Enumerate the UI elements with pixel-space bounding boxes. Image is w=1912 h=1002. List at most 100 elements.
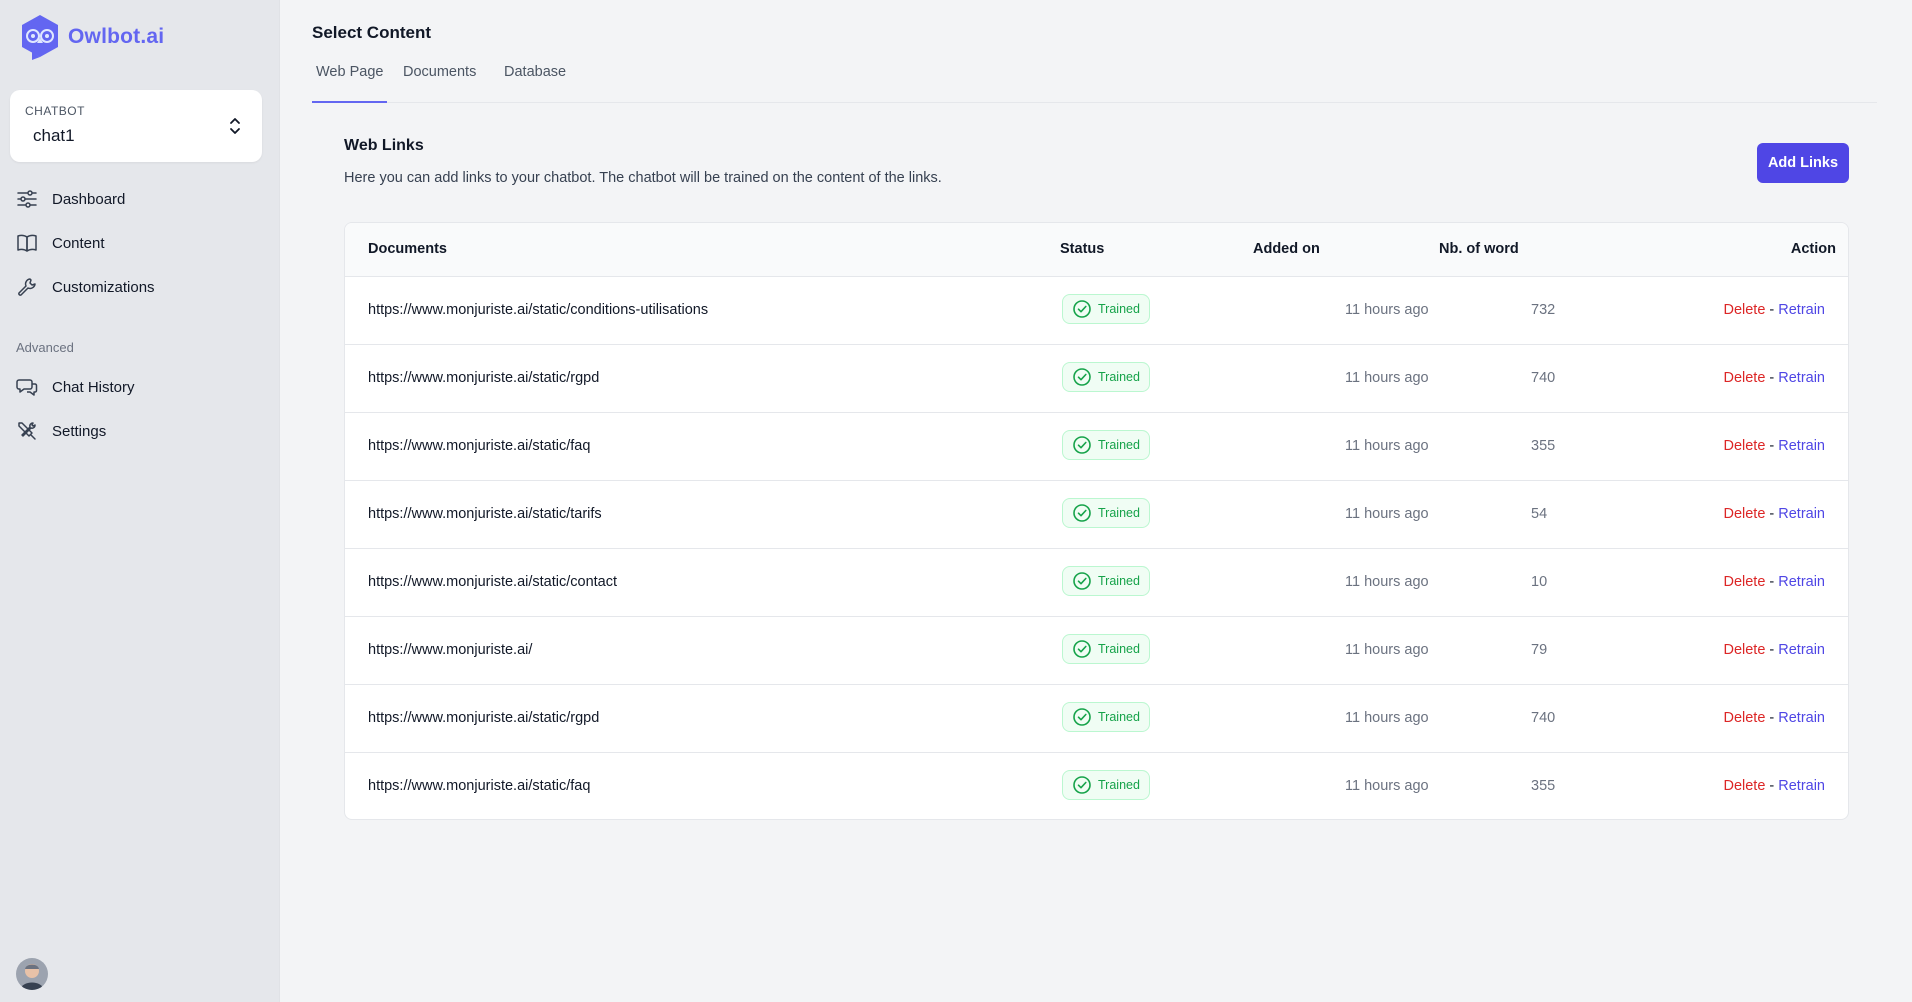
tools-icon <box>18 422 36 440</box>
add-links-button[interactable]: Add Links <box>1757 143 1849 183</box>
status-badge: Trained <box>1062 362 1150 392</box>
sidebar-item-customizations[interactable]: Customizations <box>16 272 155 302</box>
word-count: 740 <box>1531 710 1556 726</box>
row-actions: Delete - Retrain <box>1723 642 1825 658</box>
avatar[interactable] <box>16 958 48 990</box>
added-on: 11 hours ago <box>1345 778 1429 794</box>
word-count: 54 <box>1531 506 1548 522</box>
table-row: https://www.monjuriste.ai/static/rgpd Tra… <box>345 685 1848 753</box>
main-content: Select Content Web Page Documents Databa… <box>280 0 1912 1002</box>
sliders-icon <box>17 190 37 208</box>
sidebar-item-label: Content <box>52 234 105 252</box>
status-text: Trained <box>1098 438 1140 452</box>
chatbot-select[interactable]: CHATBOT chat1 <box>10 90 262 162</box>
action-separator: - <box>1769 370 1775 386</box>
row-actions: Delete - Retrain <box>1723 778 1825 794</box>
tab-documents[interactable]: Documents <box>403 64 476 103</box>
added-on: 11 hours ago <box>1345 506 1429 522</box>
table-row: https://www.monjuriste.ai/Trained 11 hour… <box>345 617 1848 685</box>
status-text: Trained <box>1098 370 1140 384</box>
document-url: https://www.monjuriste.ai/static/conditi… <box>368 302 709 318</box>
row-actions: Delete - Retrain <box>1723 574 1825 590</box>
delete-link[interactable]: Delete <box>1723 778 1765 794</box>
table-row: https://www.monjuriste.ai/static/rgpd Tra… <box>345 345 1848 413</box>
retrain-link[interactable]: Retrain <box>1778 370 1825 386</box>
wrench-icon <box>18 278 36 296</box>
row-actions: Delete - Retrain <box>1723 710 1825 726</box>
added-on: 11 hours ago <box>1345 710 1429 726</box>
document-url: https://www.monjuriste.ai/static/faq <box>368 438 591 454</box>
section-description: Here you can add links to your chatbot. … <box>344 170 942 186</box>
delete-link[interactable]: Delete <box>1723 438 1765 454</box>
web-links-table: Documents Status Added on Nb. of word Ac… <box>344 222 1849 820</box>
status-text: Trained <box>1098 710 1140 724</box>
status-text: Trained <box>1098 642 1140 656</box>
retrain-link[interactable]: Retrain <box>1778 710 1825 726</box>
status-badge: Trained <box>1062 634 1150 664</box>
column-header-word-count: Nb. of word <box>1439 241 1519 257</box>
status-badge: Trained <box>1062 498 1150 528</box>
book-icon <box>17 234 37 252</box>
sidebar-item-content[interactable]: Content <box>16 228 105 258</box>
table-row: https://www.monjuriste.ai/static/tarifs T… <box>345 481 1848 549</box>
added-on: 11 hours ago <box>1345 642 1429 658</box>
added-on: 11 hours ago <box>1345 574 1429 590</box>
document-url: https://www.monjuriste.ai/static/rgpd <box>368 710 600 726</box>
row-actions: Delete - Retrain <box>1723 302 1825 318</box>
retrain-link[interactable]: Retrain <box>1778 506 1825 522</box>
retrain-link[interactable]: Retrain <box>1778 778 1825 794</box>
chat-bubbles-icon <box>16 379 38 396</box>
delete-link[interactable]: Delete <box>1723 574 1765 590</box>
delete-link[interactable]: Delete <box>1723 302 1765 318</box>
check-circle-icon <box>1073 436 1091 454</box>
table-header: Documents Status Added on Nb. of word Ac… <box>345 223 1848 277</box>
action-separator: - <box>1769 574 1775 590</box>
owl-logo-icon <box>22 15 58 60</box>
column-header-documents: Documents <box>368 241 447 257</box>
delete-link[interactable]: Delete <box>1723 642 1765 658</box>
check-circle-icon <box>1073 300 1091 318</box>
table-row: https://www.monjuriste.ai/static/faq Trai… <box>345 753 1848 819</box>
sidebar-item-label: Customizations <box>52 278 155 296</box>
column-header-status: Status <box>1060 241 1105 257</box>
status-badge: Trained <box>1062 430 1150 460</box>
added-on: 11 hours ago <box>1345 438 1429 454</box>
chatbot-caption: CHATBOT <box>25 104 85 118</box>
retrain-link[interactable]: Retrain <box>1778 574 1825 590</box>
sidebar: Owlbot.ai CHATBOT chat1 Dashboard Conten… <box>0 0 280 1002</box>
column-header-added-on: Added on <box>1253 241 1320 257</box>
page-title: Select Content <box>312 23 432 42</box>
word-count: 355 <box>1531 438 1556 454</box>
retrain-link[interactable]: Retrain <box>1778 438 1825 454</box>
status-text: Trained <box>1098 778 1140 792</box>
sidebar-item-label: Settings <box>52 422 107 440</box>
check-circle-icon <box>1073 640 1091 658</box>
delete-link[interactable]: Delete <box>1723 710 1765 726</box>
sidebar-item-chat-history[interactable]: Chat History <box>16 372 135 402</box>
retrain-link[interactable]: Retrain <box>1778 302 1825 318</box>
retrain-link[interactable]: Retrain <box>1778 642 1825 658</box>
row-actions: Delete - Retrain <box>1723 370 1825 386</box>
word-count: 732 <box>1531 302 1556 318</box>
added-on: 11 hours ago <box>1345 302 1429 318</box>
row-actions: Delete - Retrain <box>1723 506 1825 522</box>
word-count: 79 <box>1531 642 1548 658</box>
column-header-action: Action <box>1790 241 1836 257</box>
tab-web-page[interactable]: Web Page <box>311 64 388 103</box>
delete-link[interactable]: Delete <box>1723 506 1765 522</box>
status-text: Trained <box>1098 302 1140 316</box>
logo[interactable]: Owlbot.ai <box>20 14 164 60</box>
status-badge: Trained <box>1062 566 1150 596</box>
table-row: https://www.monjuriste.ai/static/contact… <box>345 549 1848 617</box>
document-url: https://www.monjuriste.ai/ <box>368 642 533 658</box>
tab-database[interactable]: Database <box>504 64 566 103</box>
sidebar-item-settings[interactable]: Settings <box>16 416 106 446</box>
sidebar-item-label: Chat History <box>52 378 135 396</box>
sidebar-item-dashboard[interactable]: Dashboard <box>16 184 125 214</box>
content-tabs: Web Page Documents Database <box>311 56 1877 103</box>
added-on: 11 hours ago <box>1345 370 1429 386</box>
user-avatar-icon <box>16 958 48 990</box>
check-circle-icon <box>1073 504 1091 522</box>
word-count: 740 <box>1531 370 1556 386</box>
delete-link[interactable]: Delete <box>1723 370 1765 386</box>
